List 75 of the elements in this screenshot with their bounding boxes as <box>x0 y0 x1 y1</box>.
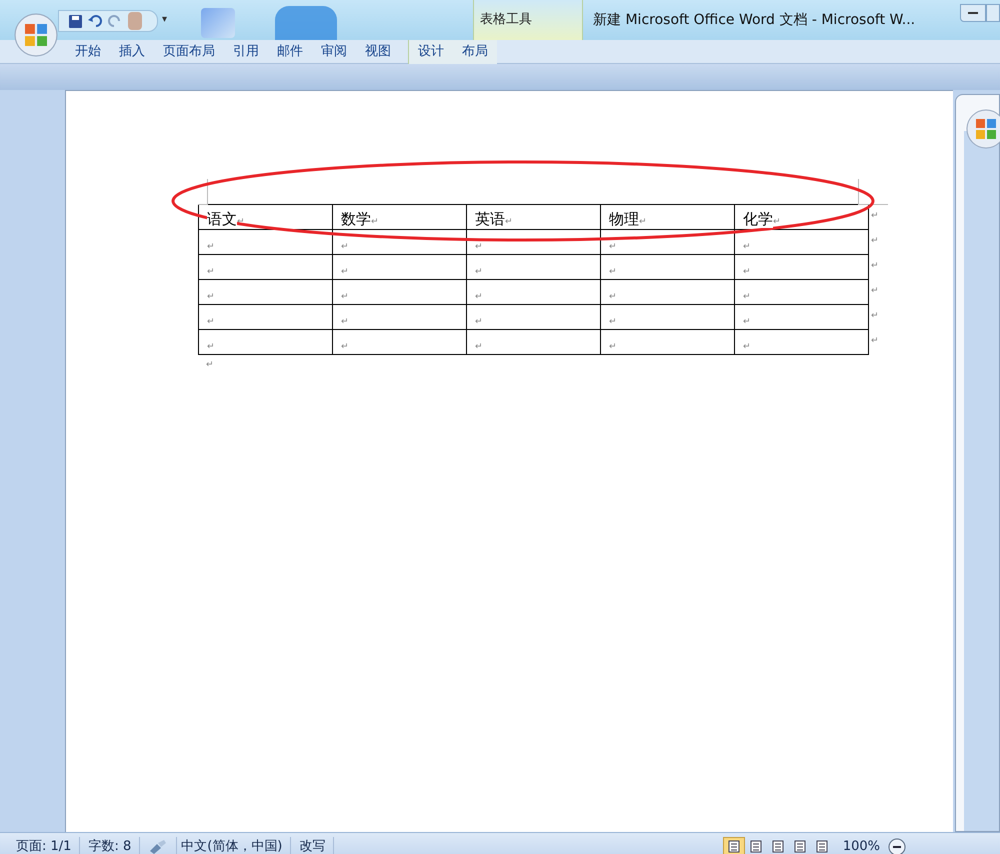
paragraph-mark: ↵ <box>743 266 751 278</box>
end-of-row-mark: ↵ <box>870 334 879 348</box>
paragraph-mark: ↵ <box>371 216 379 228</box>
ribbon-tab[interactable]: 页面布局 <box>154 40 224 64</box>
paragraph-mark: ↵ <box>609 241 617 253</box>
ribbon-tab[interactable]: 布局 <box>453 40 497 64</box>
blurred-icon <box>275 6 338 40</box>
paragraph-mark: ↵ <box>341 341 349 353</box>
document-view-icon <box>728 840 740 853</box>
ribbon-tab[interactable]: 邮件 <box>268 40 312 64</box>
contextual-group-header: 表格工具 <box>473 0 584 40</box>
blurred-icon <box>128 12 142 30</box>
paragraph-mark: ↵ <box>505 216 513 228</box>
save-icon[interactable] <box>69 14 82 28</box>
blurred-icon <box>201 8 236 38</box>
paragraph-mark: ↵ <box>475 291 483 303</box>
paragraph-mark: ↵ <box>743 241 751 253</box>
table-cell: 语文 <box>207 210 237 228</box>
paragraph-mark: ↵ <box>609 291 617 303</box>
end-of-row-mark: ↵ <box>870 310 879 323</box>
document-view-icon <box>816 840 828 853</box>
paragraph-mark: ↵ <box>609 266 617 278</box>
view-button[interactable] <box>722 836 745 854</box>
table-cell: 数学 <box>341 210 371 228</box>
corner-mark <box>198 179 208 205</box>
paragraph-mark: ↵ <box>609 341 617 353</box>
paragraph-mark: ↵ <box>475 316 483 328</box>
ribbon-tab[interactable]: 开始 <box>66 40 110 64</box>
undo-icon[interactable] <box>88 15 102 27</box>
paragraph-mark: ↵ <box>475 266 483 278</box>
paragraph-mark: ↵ <box>237 216 245 228</box>
overtype-indicator[interactable]: 改写 <box>291 836 334 854</box>
paragraph-mark: ↵ <box>475 241 483 253</box>
table-cell: 物理 <box>609 210 639 228</box>
proofing-icon[interactable] <box>148 838 168 854</box>
zoom-level[interactable]: 100% <box>842 836 880 854</box>
ribbon-tab[interactable]: 设计 <box>408 40 453 64</box>
ribbon-tab[interactable]: 引用 <box>224 40 268 64</box>
end-of-row-mark: ↵ <box>870 210 879 223</box>
word-count[interactable]: 字数: 8 <box>80 836 140 854</box>
paragraph-mark: ↵ <box>206 359 214 372</box>
document-view-icon <box>794 840 806 853</box>
end-of-row-mark: ↵ <box>870 234 879 248</box>
paragraph-mark: ↵ <box>207 266 215 278</box>
document-view-icon <box>750 840 762 853</box>
paragraph-mark: ↵ <box>475 341 483 353</box>
customize-arrow[interactable]: ▾ <box>162 12 168 27</box>
ribbon-tab[interactable]: 审阅 <box>312 40 356 64</box>
zoom-out-icon[interactable] <box>888 838 906 854</box>
paragraph-mark: ↵ <box>773 216 781 228</box>
paragraph-mark: ↵ <box>609 316 617 328</box>
window-title: 新建 Microsoft Office Word 文档 - Microsoft W... <box>593 11 916 30</box>
paragraph-mark: ↵ <box>743 341 751 353</box>
document-view-icon <box>772 840 784 853</box>
paragraph-mark: ↵ <box>743 291 751 303</box>
end-of-row-mark: ↵ <box>870 260 879 273</box>
ribbon-tab[interactable]: 视图 <box>356 40 400 64</box>
table-cell: 英语 <box>475 210 505 228</box>
paragraph-mark: ↵ <box>341 241 349 253</box>
table-cell: 化学 <box>743 210 773 228</box>
paragraph-mark: ↵ <box>207 316 215 328</box>
language-indicator[interactable]: 中文(简体，中国) <box>176 836 292 854</box>
paragraph-mark: ↵ <box>207 241 215 253</box>
paragraph-mark: ↵ <box>341 266 349 278</box>
paragraph-mark: ↵ <box>207 291 215 303</box>
page-count[interactable]: 页面: 1/1 <box>0 836 80 854</box>
paragraph-mark: ↵ <box>341 291 349 303</box>
end-of-row-mark: ↵ <box>870 284 879 298</box>
ribbon-tab[interactable]: 插入 <box>110 40 154 64</box>
paragraph-mark: ↵ <box>341 316 349 328</box>
paragraph-mark: ↵ <box>639 216 647 228</box>
minimize-button[interactable] <box>960 4 986 22</box>
corner-mark <box>858 179 888 205</box>
paragraph-mark: ↵ <box>743 316 751 328</box>
paragraph-mark: ↵ <box>207 341 215 353</box>
